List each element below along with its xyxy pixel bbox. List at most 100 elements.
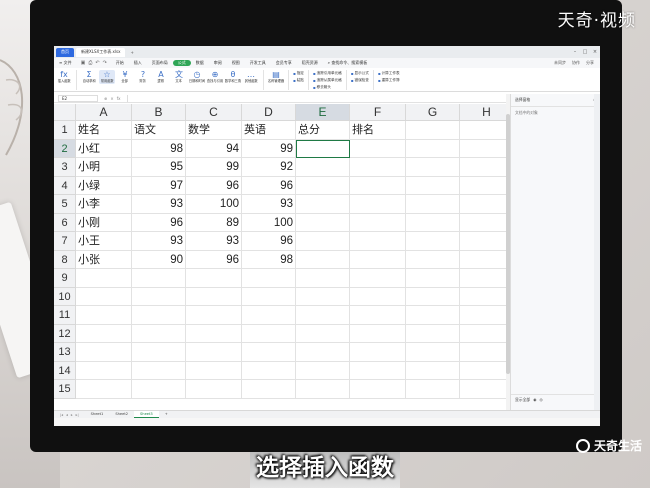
grid-cell[interactable]: [132, 380, 186, 399]
grid-cell[interactable]: [76, 343, 132, 362]
grid-cell[interactable]: [350, 250, 406, 269]
ribbon-button[interactable]: fx 插入函数: [56, 70, 72, 84]
column-header[interactable]: F: [350, 104, 406, 121]
menu-item[interactable]: 会员专享: [271, 60, 297, 66]
grid-cell[interactable]: 96: [186, 250, 242, 269]
grid-cell[interactable]: 92: [242, 158, 296, 177]
grid-cell[interactable]: [242, 306, 296, 325]
sheet-tab[interactable]: Sheet3: [134, 411, 159, 418]
grid-cell[interactable]: [76, 361, 132, 380]
ribbon-button[interactable]: ¥ 全部: [117, 70, 133, 84]
grid-cell[interactable]: [406, 213, 460, 232]
grid-cell[interactable]: 96: [242, 232, 296, 251]
ribbon-button[interactable]: A 逻辑: [153, 70, 169, 84]
menu-item[interactable]: 稻壳资源: [297, 60, 323, 66]
grid-cell[interactable]: [76, 380, 132, 399]
menu-item[interactable]: 审阅: [209, 60, 227, 66]
search-commands[interactable]: ⌕ 查找命令、搜索模板: [323, 60, 373, 66]
grid-cell[interactable]: 90: [132, 250, 186, 269]
formula-input[interactable]: [126, 94, 503, 102]
grid-cell[interactable]: [406, 195, 460, 214]
ribbon-button[interactable]: θ 数学和三角: [225, 70, 241, 84]
ribbon-button[interactable]: ▤ 名称管理器: [268, 70, 284, 84]
grid-cell[interactable]: [242, 287, 296, 306]
grid-cell[interactable]: 96: [242, 176, 296, 195]
grid-cell[interactable]: [76, 306, 132, 325]
selection-pane-footer-item[interactable]: 显示全部: [515, 397, 530, 403]
grid-cell[interactable]: [296, 361, 350, 380]
grid-cell[interactable]: [132, 287, 186, 306]
grid-cell[interactable]: 99: [242, 139, 296, 158]
ribbon-small-button[interactable]: ▪ 重算工作簿: [378, 78, 400, 83]
prev-sheet-icon[interactable]: ◂: [66, 413, 68, 417]
grid-cell[interactable]: 数学: [186, 121, 242, 140]
ribbon-small-button[interactable]: ▪ 计算工作表: [378, 71, 400, 76]
grid-cell[interactable]: [132, 306, 186, 325]
grid-cell[interactable]: [186, 306, 242, 325]
row-header[interactable]: 11: [54, 306, 76, 325]
grid-cell[interactable]: 99: [186, 158, 242, 177]
grid-cell[interactable]: [296, 343, 350, 362]
formula-bar-icon[interactable]: ⊕: [104, 96, 107, 101]
grid-cell[interactable]: 总分: [296, 121, 350, 140]
grid-cell[interactable]: 小绿: [76, 176, 132, 195]
grid-cell[interactable]: [406, 361, 460, 380]
grid-cell[interactable]: [242, 324, 296, 343]
grid-cell[interactable]: 98: [132, 139, 186, 158]
grid-cell[interactable]: [132, 343, 186, 362]
grid-cell[interactable]: [350, 139, 406, 158]
grid-cell[interactable]: [186, 269, 242, 288]
grid-cell[interactable]: 93: [132, 195, 186, 214]
formula-bar-icon[interactable]: fx: [117, 96, 121, 101]
grid-cell[interactable]: 89: [186, 213, 242, 232]
grid-cell[interactable]: [296, 232, 350, 251]
select-all-corner[interactable]: [54, 104, 76, 121]
row-header[interactable]: 1: [54, 121, 76, 140]
grid-cell[interactable]: 94: [186, 139, 242, 158]
column-header[interactable]: B: [132, 104, 186, 121]
grid-cell[interactable]: [350, 324, 406, 343]
grid-cell[interactable]: [406, 139, 460, 158]
grid-cell[interactable]: [296, 324, 350, 343]
grid-cell[interactable]: [350, 232, 406, 251]
grid-cell[interactable]: 小王: [76, 232, 132, 251]
grid-cell[interactable]: [242, 380, 296, 399]
grid-cell[interactable]: [186, 287, 242, 306]
grid-cell[interactable]: [406, 232, 460, 251]
ribbon-small-button[interactable]: ▪ 追踪从属单元格: [313, 78, 342, 83]
grid-cell[interactable]: 96: [186, 176, 242, 195]
grid-cell[interactable]: [296, 195, 350, 214]
grid-cell[interactable]: 小刚: [76, 213, 132, 232]
row-header[interactable]: 8: [54, 250, 76, 269]
menu-item[interactable]: 插入: [129, 60, 147, 66]
new-tab-button[interactable]: +: [127, 48, 136, 57]
grid-cell[interactable]: [242, 269, 296, 288]
row-header[interactable]: 12: [54, 324, 76, 343]
grid-cell[interactable]: [296, 213, 350, 232]
print-icon[interactable]: ⎙: [88, 60, 92, 66]
column-header[interactable]: D: [242, 104, 296, 121]
ribbon-button[interactable]: Σ 自动求和: [81, 70, 97, 84]
selection-pane-footer-item[interactable]: ◉: [533, 397, 536, 403]
grid-cell[interactable]: [406, 306, 460, 325]
menu-right-action[interactable]: 未同步: [554, 60, 566, 66]
grid-cell[interactable]: 小红: [76, 139, 132, 158]
grid-cell[interactable]: [296, 176, 350, 195]
close-icon[interactable]: ×: [590, 49, 600, 55]
grid-cell[interactable]: [350, 306, 406, 325]
first-sheet-icon[interactable]: |◂: [60, 413, 63, 417]
ribbon-small-button[interactable]: ▪ 错误检查: [351, 78, 369, 83]
menu-item[interactable]: 数据: [191, 60, 209, 66]
ribbon-small-button[interactable]: ▪ 粘贴: [293, 78, 304, 83]
minimize-icon[interactable]: –: [570, 49, 580, 55]
grid-cell[interactable]: [296, 158, 350, 177]
menu-item[interactable]: 开发工具: [245, 60, 271, 66]
grid-cell[interactable]: [350, 269, 406, 288]
grid-cell[interactable]: [350, 380, 406, 399]
grid-cell[interactable]: [296, 250, 350, 269]
grid-cell[interactable]: [350, 158, 406, 177]
grid-cell[interactable]: [132, 324, 186, 343]
grid-cell[interactable]: 小李: [76, 195, 132, 214]
grid-cell[interactable]: [406, 250, 460, 269]
tab-home[interactable]: 首页: [56, 47, 74, 57]
